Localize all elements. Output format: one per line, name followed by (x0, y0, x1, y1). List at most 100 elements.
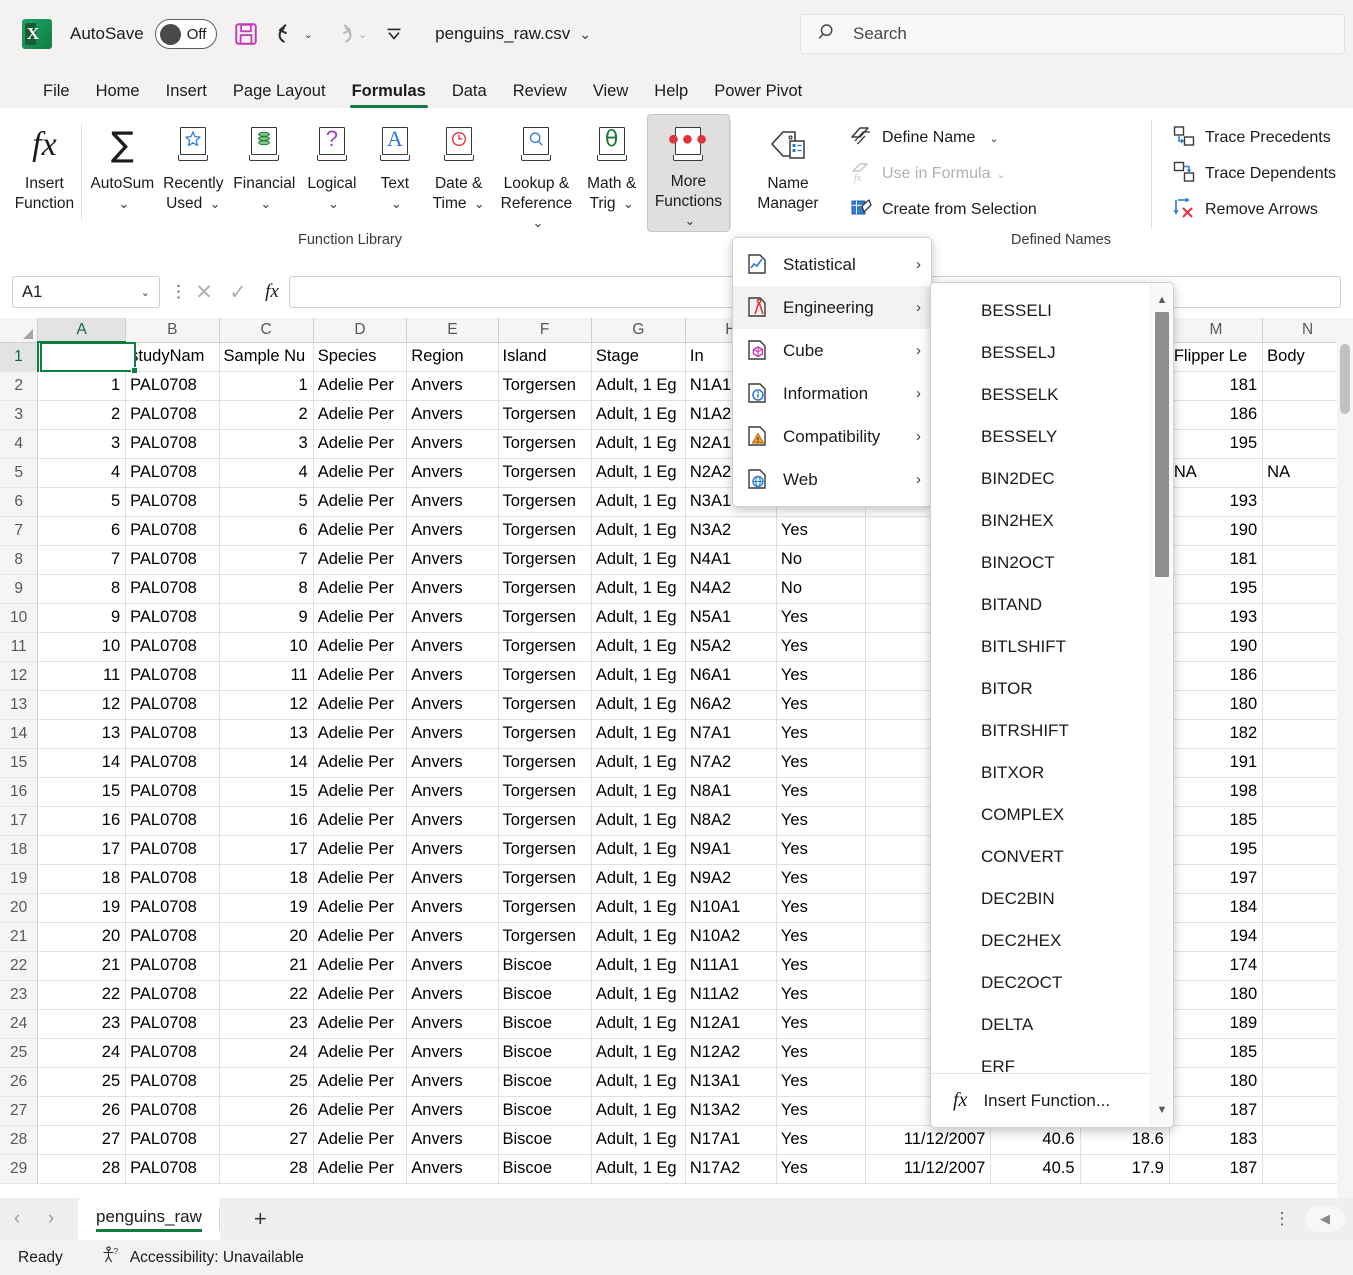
tab-page-layout[interactable]: Page Layout (220, 74, 339, 108)
scroll-up-arrow-icon[interactable]: ▲ (1151, 289, 1173, 311)
row-header-22[interactable]: 22 (0, 951, 38, 980)
submenu-item-bitor[interactable]: BITOR (931, 668, 1173, 710)
cell[interactable]: 180 (1169, 690, 1262, 719)
cell[interactable]: Biscoe (498, 1096, 591, 1125)
financial-button[interactable]: Financial⌄ (230, 114, 299, 213)
cell[interactable]: Adult, 1 Eg (591, 400, 685, 429)
cell[interactable]: 185 (1169, 806, 1262, 835)
submenu-item-bin2oct[interactable]: BIN2OCT (931, 542, 1173, 584)
cell[interactable]: 189 (1169, 1009, 1262, 1038)
remove-arrows-button[interactable]: Remove Arrows (1166, 192, 1324, 228)
add-sheet-button[interactable]: + (254, 1206, 267, 1232)
cell[interactable]: Adelie Per (313, 400, 407, 429)
cell[interactable]: 40.6 (991, 1125, 1080, 1154)
cell[interactable]: N8A1 (685, 777, 776, 806)
insert-function-button[interactable]: fx InsertFunction (14, 114, 75, 213)
cell[interactable]: Yes (776, 806, 865, 835)
submenu-item-bin2hex[interactable]: BIN2HEX (931, 500, 1173, 542)
lookup-reference-button[interactable]: Lookup &Reference ⌄ (492, 114, 580, 233)
cell[interactable]: 191 (1169, 748, 1262, 777)
cell[interactable]: Adelie Per (313, 1154, 407, 1183)
cell[interactable]: Yes (776, 603, 865, 632)
cell[interactable]: 7 (219, 545, 313, 574)
cell[interactable]: N10A1 (685, 893, 776, 922)
cell[interactable]: Torgersen (498, 371, 591, 400)
cell[interactable]: Flipper Le (1169, 342, 1262, 371)
cell[interactable]: PAL0708 (126, 719, 219, 748)
cell[interactable]: Adult, 1 Eg (591, 951, 685, 980)
logical-button[interactable]: ? Logical⌄ (299, 114, 365, 213)
cell[interactable]: 24 (219, 1038, 313, 1067)
cell[interactable]: Adult, 1 Eg (591, 371, 685, 400)
cell[interactable]: Anvers (407, 922, 498, 951)
cell[interactable]: Biscoe (498, 1009, 591, 1038)
define-name-chevron-down-icon[interactable]: ⌄ (989, 132, 998, 145)
cell[interactable]: Yes (776, 690, 865, 719)
cell[interactable]: Yes (776, 1096, 865, 1125)
cell[interactable]: 22 (219, 980, 313, 1009)
cell[interactable]: Anvers (407, 806, 498, 835)
document-chevron-down-icon[interactable]: ⌄ (579, 26, 591, 43)
more-options-icon[interactable]: ⋮ (170, 286, 187, 298)
cell[interactable]: Torgersen (498, 922, 591, 951)
column-header-f[interactable]: F (498, 318, 591, 342)
cell[interactable]: PAL0708 (126, 980, 219, 1009)
row-header-11[interactable]: 11 (0, 632, 38, 661)
cell[interactable]: Anvers (407, 632, 498, 661)
cell[interactable]: N9A1 (685, 835, 776, 864)
cell[interactable]: 20 (38, 922, 126, 951)
scroll-down-arrow-icon[interactable]: ▼ (1151, 1099, 1173, 1121)
cell[interactable]: Adelie Per (313, 748, 407, 777)
cell[interactable]: 18.6 (1080, 1125, 1169, 1154)
cell[interactable]: 187 (1169, 1096, 1262, 1125)
tab-file[interactable]: File (30, 74, 83, 108)
cell[interactable]: N12A2 (685, 1038, 776, 1067)
cell[interactable]: 182 (1169, 719, 1262, 748)
fill-handle[interactable] (131, 367, 138, 374)
cell[interactable]: 24 (38, 1038, 126, 1067)
cell[interactable]: Torgersen (498, 690, 591, 719)
cell[interactable]: 21 (219, 951, 313, 980)
row-header-2[interactable]: 2 (0, 371, 38, 400)
cell[interactable]: 26 (38, 1096, 126, 1125)
cell[interactable]: 2 (219, 400, 313, 429)
submenu-scrollbar-thumb[interactable] (1155, 312, 1169, 577)
cell[interactable]: 12 (219, 690, 313, 719)
cell[interactable]: Torgersen (498, 893, 591, 922)
menu-item-cube[interactable]: Cube › (733, 329, 931, 372)
cell[interactable]: 197 (1169, 864, 1262, 893)
cell[interactable]: Adelie Per (313, 777, 407, 806)
cell[interactable]: Adelie Per (313, 1067, 407, 1096)
cell[interactable]: No (776, 574, 865, 603)
more-functions-button[interactable]: ●●● MoreFunctions ⌄ (647, 114, 730, 232)
cell[interactable]: Adelie Per (313, 690, 407, 719)
cell[interactable]: Biscoe (498, 980, 591, 1009)
cell[interactable]: 1 (38, 371, 126, 400)
cell[interactable]: Adelie Per (313, 603, 407, 632)
cell[interactable]: Adelie Per (313, 1038, 407, 1067)
row-header-8[interactable]: 8 (0, 545, 38, 574)
row-header-28[interactable]: 28 (0, 1125, 38, 1154)
tab-power-pivot[interactable]: Power Pivot (701, 74, 815, 108)
cell[interactable]: Adult, 1 Eg (591, 1125, 685, 1154)
cell[interactable]: 3 (38, 429, 126, 458)
cell[interactable]: Anvers (407, 1154, 498, 1183)
cell[interactable]: Biscoe (498, 1067, 591, 1096)
cell[interactable]: Torgersen (498, 632, 591, 661)
row-header-26[interactable]: 26 (0, 1067, 38, 1096)
cell[interactable]: PAL0708 (126, 371, 219, 400)
cell[interactable]: Anvers (407, 719, 498, 748)
cell[interactable]: 13 (219, 719, 313, 748)
cell[interactable]: 14 (38, 748, 126, 777)
autosum-button[interactable]: ∑ AutoSum⌄ (88, 114, 157, 213)
menu-item-engineering[interactable]: Engineering › (733, 286, 931, 329)
cell[interactable]: Region (407, 342, 498, 371)
cell[interactable]: 184 (1169, 893, 1262, 922)
cell[interactable]: Anvers (407, 400, 498, 429)
cell[interactable]: 13 (38, 719, 126, 748)
cell[interactable]: Yes (776, 1009, 865, 1038)
cell[interactable]: Island (498, 342, 591, 371)
cell[interactable]: N13A2 (685, 1096, 776, 1125)
cell[interactable]: Adelie Per (313, 1125, 407, 1154)
cell[interactable]: PAL0708 (126, 1096, 219, 1125)
